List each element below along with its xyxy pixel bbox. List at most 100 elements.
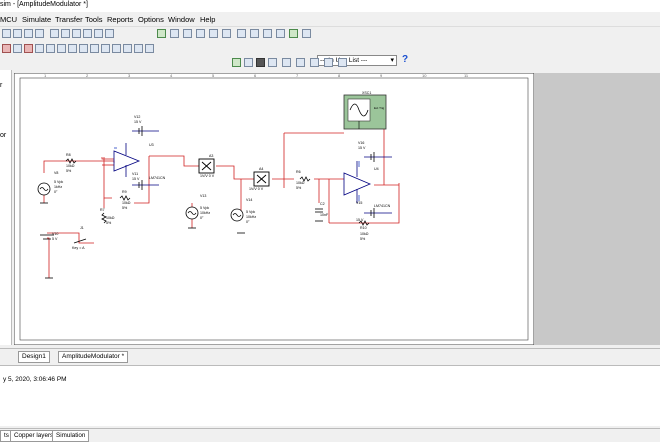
transistor-icon[interactable]	[35, 44, 44, 53]
menu-reports[interactable]: Reports	[107, 15, 133, 24]
panel-text-fragment: or	[0, 132, 7, 139]
label-v8: V8	[54, 171, 58, 175]
menu-window[interactable]: Window	[168, 15, 195, 24]
tab-design1[interactable]: Design1	[18, 351, 50, 363]
label-r8-value: 10kΩ	[66, 164, 75, 168]
label-r10-tol: 5%	[360, 237, 366, 241]
label-u4-part: LM741CN	[374, 204, 391, 208]
label-u3-part: LM741CN	[149, 176, 166, 180]
basic-icon[interactable]	[13, 44, 22, 53]
spreadsheet-view-icon[interactable]	[170, 29, 179, 38]
label-c2: C2	[320, 202, 325, 206]
power-icon[interactable]	[112, 44, 121, 53]
cmos-icon[interactable]	[68, 44, 77, 53]
label-v12-value: 15 V	[134, 120, 142, 124]
rf-icon[interactable]	[134, 44, 143, 53]
database-manager-icon[interactable]	[183, 29, 192, 38]
label-v11-value: 15 V	[132, 177, 140, 181]
sheet-border	[13, 72, 535, 346]
label-v10: V10	[52, 232, 58, 236]
label-u4: U4	[374, 167, 379, 171]
schematic-canvas[interactable]: 1 2 3 4 5 6 7 8 9 10 11 V12 15 V U3 LM74…	[13, 72, 535, 346]
label-r6: R6	[296, 170, 301, 174]
label-u3: U3	[149, 143, 154, 147]
analog-icon[interactable]	[46, 44, 55, 53]
misc-digital-icon[interactable]	[79, 44, 88, 53]
probe-settings-icon[interactable]	[282, 58, 291, 67]
zoom-in-icon[interactable]	[50, 29, 59, 38]
label-v15: V15	[356, 201, 362, 205]
design-toolbox-icon[interactable]	[157, 29, 166, 38]
zoom-area-icon[interactable]	[72, 29, 81, 38]
ttl-icon[interactable]	[57, 44, 66, 53]
label-v10-value: 5 V	[52, 237, 58, 241]
zoom-out-icon[interactable]	[61, 29, 70, 38]
back-annotate-icon[interactable]	[289, 29, 298, 38]
run-icon[interactable]	[232, 58, 241, 67]
undo-icon[interactable]	[24, 29, 33, 38]
label-j1: J1	[80, 226, 84, 230]
schematic-drawing: 1 2 3 4 5 6 7 8 9 10 11 V12 15 V U3 LM74…	[13, 72, 535, 346]
component-wizard-icon[interactable]	[196, 29, 205, 38]
interactive-icon[interactable]	[310, 58, 319, 67]
title-bar: sim - [AmplitudeModulator *]	[0, 0, 660, 12]
multiplier-a4	[253, 171, 270, 187]
components-toolbar	[0, 42, 660, 56]
menu-mcu[interactable]: MCU	[0, 15, 17, 24]
forward-annotate-icon[interactable]	[276, 29, 285, 38]
label-r10-value: 10kΩ	[360, 232, 369, 236]
label-v14-amp: 5 Vpk	[246, 210, 255, 214]
menu-help[interactable]: Help	[200, 15, 215, 24]
zoom-selection-icon[interactable]	[105, 29, 114, 38]
label-v13-freq: 10kHz	[200, 211, 210, 215]
workspace-background	[534, 73, 660, 345]
label-v13-amp: 5 Vpk	[200, 206, 209, 210]
label-r8-tol: 5%	[66, 169, 72, 173]
oscilloscope-xsc1	[343, 94, 387, 130]
label-r10: R10	[360, 226, 367, 230]
label-r8: R8	[66, 153, 71, 157]
transfer-icon[interactable]	[263, 29, 272, 38]
menu-bar: MCU Simulate Transfer Tools Reports Opti…	[0, 12, 660, 27]
electromechanical-icon[interactable]	[145, 44, 154, 53]
zoom-full-icon[interactable]	[94, 29, 103, 38]
paste-icon[interactable]	[13, 29, 22, 38]
capture-screen-icon[interactable]	[250, 29, 259, 38]
pause-icon[interactable]	[244, 58, 253, 67]
menu-options[interactable]: Options	[138, 15, 164, 24]
postprocessor-icon[interactable]	[222, 29, 231, 38]
instrument-icon[interactable]	[338, 58, 347, 67]
tab-amplitude-modulator[interactable]: AmplitudeModulator *	[58, 351, 129, 363]
menu-simulate[interactable]: Simulate	[22, 15, 51, 24]
multiplier-a3	[198, 158, 215, 174]
zoom-fit-icon[interactable]	[83, 29, 92, 38]
probe-icon[interactable]	[268, 58, 277, 67]
grapher-icon[interactable]	[209, 29, 218, 38]
tab-simulation[interactable]: Simulation	[52, 430, 90, 442]
label-r7: R7	[100, 208, 105, 212]
analysis-icon[interactable]	[324, 58, 333, 67]
electrical-rules-icon[interactable]	[237, 29, 246, 38]
spreadsheet-tabs: ts Copper layers Simulation	[0, 428, 660, 442]
menu-transfer[interactable]: Transfer	[55, 15, 83, 24]
mixed-icon[interactable]	[90, 44, 99, 53]
label-v8-amp: 5 Vpk	[54, 180, 63, 184]
indicator-icon[interactable]	[101, 44, 110, 53]
copy-icon[interactable]	[2, 29, 11, 38]
tab-copper-layers[interactable]: Copper layers	[10, 430, 58, 442]
step-icon[interactable]	[296, 58, 305, 67]
label-j1-key: Key = A	[72, 246, 85, 250]
diode-icon[interactable]	[24, 44, 33, 53]
label-r7-tol: 5%	[106, 221, 112, 225]
breadboard-icon[interactable]	[302, 29, 311, 38]
label-ext-trig: Ext Trig	[374, 106, 385, 110]
stop-icon[interactable]	[256, 58, 265, 67]
label-xsc1: XSC1	[362, 91, 371, 95]
source-icon[interactable]	[2, 44, 11, 53]
label-v12: V12	[134, 115, 140, 119]
label-v11: V11	[132, 172, 138, 176]
redo-icon[interactable]	[35, 29, 44, 38]
menu-tools[interactable]: Tools	[85, 15, 103, 24]
misc-icon[interactable]	[123, 44, 132, 53]
label-r9: R9	[122, 190, 127, 194]
